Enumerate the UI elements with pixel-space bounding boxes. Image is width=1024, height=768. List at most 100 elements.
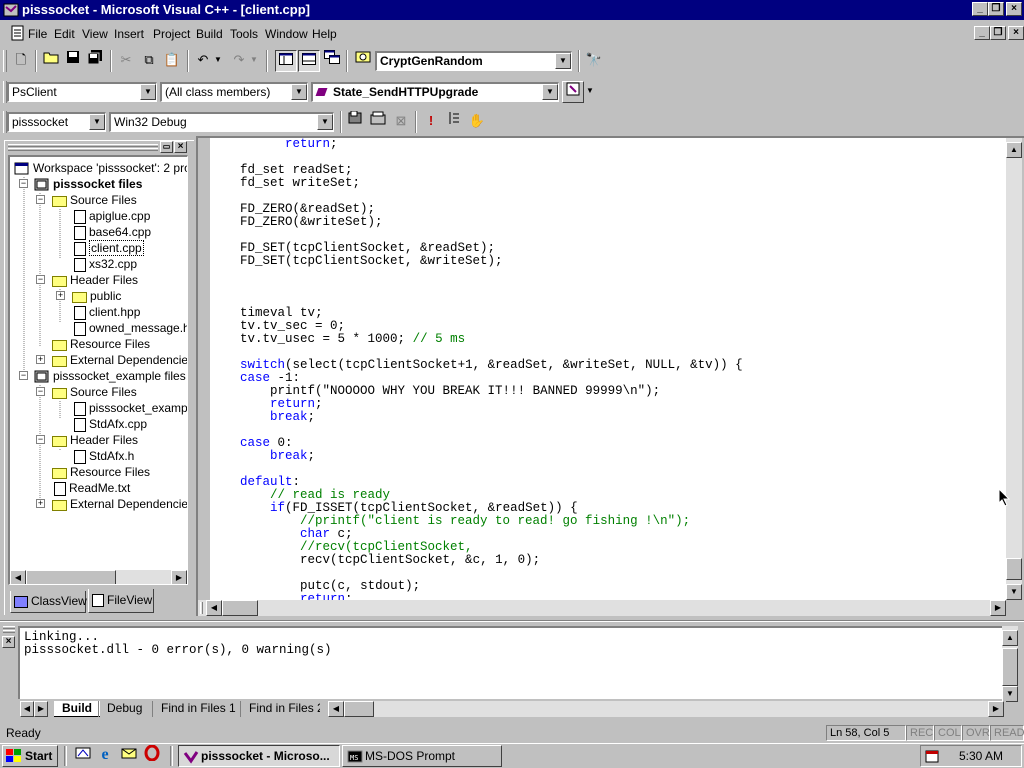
scroll-thumb[interactable] bbox=[1002, 648, 1018, 686]
selection-margin[interactable] bbox=[198, 138, 210, 600]
menu-window[interactable]: Window bbox=[265, 27, 308, 41]
title-bar[interactable]: pisssocket - Microsoft Visual C++ - [cli… bbox=[0, 0, 1024, 20]
collapse-icon[interactable]: − bbox=[36, 435, 45, 444]
tab-find-in-files-2[interactable]: Find in Files 2 bbox=[240, 701, 320, 717]
scheduler-icon[interactable] bbox=[925, 748, 941, 764]
task-ms-dos-prompt[interactable]: MS MS-DOS Prompt bbox=[342, 745, 502, 767]
panel-grip[interactable] bbox=[3, 626, 15, 629]
restore-button[interactable]: ❐ bbox=[988, 2, 1004, 16]
tab-debug[interactable]: Debug bbox=[98, 701, 150, 717]
output-close-button[interactable]: × bbox=[2, 636, 15, 648]
chevron-down-icon[interactable]: ▼ bbox=[542, 84, 558, 100]
tab-scroll-right-icon[interactable]: ▶ bbox=[34, 701, 48, 717]
panel-close-button[interactable]: × bbox=[174, 141, 187, 153]
menu-view[interactable]: View bbox=[82, 27, 108, 41]
scroll-up-icon[interactable]: ▲ bbox=[1002, 630, 1018, 646]
menu-insert[interactable]: Insert bbox=[114, 27, 144, 41]
scroll-down-icon[interactable]: ▼ bbox=[1006, 584, 1022, 600]
panel-maximize-button[interactable]: ▭ bbox=[160, 141, 173, 153]
output-toggle-icon[interactable] bbox=[298, 50, 320, 72]
menu-file[interactable]: File bbox=[28, 27, 47, 41]
panel-grip[interactable] bbox=[8, 144, 158, 147]
collapse-icon[interactable]: − bbox=[36, 275, 45, 284]
save-all-icon[interactable] bbox=[84, 50, 106, 72]
tab-classview[interactable]: ClassView bbox=[10, 591, 87, 613]
document-icon[interactable] bbox=[10, 25, 26, 44]
editor-vertical-scrollbar[interactable]: ▲ ▼ bbox=[1006, 138, 1022, 600]
tree-item-public[interactable]: public bbox=[72, 289, 121, 305]
window-list-icon[interactable] bbox=[321, 50, 343, 72]
tab-build[interactable]: Build bbox=[54, 701, 100, 717]
chevron-down-icon[interactable]: ▼ bbox=[140, 84, 156, 100]
undo-dropdown-icon[interactable]: ▼ bbox=[212, 50, 224, 72]
chevron-down-icon[interactable]: ▼ bbox=[317, 114, 333, 130]
panel-grip[interactable] bbox=[8, 148, 158, 151]
menu-edit[interactable]: Edit bbox=[54, 27, 75, 41]
code-editor[interactable]: return; fd_set readSet; fd_set writeSet;… bbox=[210, 138, 1018, 600]
chevron-down-icon[interactable]: ▼ bbox=[555, 53, 571, 69]
function-combo[interactable]: State_SendHTTPUpgrade ▼ bbox=[311, 82, 559, 102]
menu-tools[interactable]: Tools bbox=[230, 27, 258, 41]
code-text[interactable]: return; fd_set readSet; fd_set writeSet;… bbox=[210, 138, 743, 600]
scroll-right-icon[interactable]: ▶ bbox=[988, 701, 1004, 717]
scroll-left-icon[interactable]: ◀ bbox=[328, 701, 344, 717]
editor-horizontal-scrollbar[interactable]: ◀ ▶ bbox=[198, 600, 1006, 616]
stop-build-icon[interactable]: ⊠ bbox=[390, 111, 412, 133]
collapse-icon[interactable]: − bbox=[19, 179, 28, 188]
scroll-thumb[interactable] bbox=[26, 570, 116, 584]
workspace-toggle-icon[interactable] bbox=[275, 50, 297, 72]
minimize-button[interactable]: _ bbox=[972, 2, 988, 16]
tab-fileview[interactable]: FileView bbox=[88, 589, 154, 613]
find-in-files-icon[interactable] bbox=[352, 50, 374, 72]
breakpoint-hand-icon[interactable]: ✋ bbox=[466, 111, 488, 133]
panel-grip[interactable] bbox=[3, 630, 15, 633]
menu-project[interactable]: Project bbox=[153, 27, 190, 41]
mdi-restore-button[interactable]: ❐ bbox=[990, 26, 1006, 40]
scroll-left-icon[interactable]: ◀ bbox=[10, 570, 26, 584]
tree-item-owned-message[interactable]: owned_message.h bbox=[74, 321, 187, 337]
expand-icon[interactable]: + bbox=[56, 291, 65, 300]
menu-help[interactable]: Help bbox=[312, 27, 337, 41]
start-button[interactable]: Start bbox=[2, 745, 58, 767]
opera-icon[interactable] bbox=[141, 744, 163, 767]
split-box[interactable] bbox=[200, 602, 203, 614]
collapse-icon[interactable]: − bbox=[19, 371, 28, 380]
project-combo[interactable]: pisssocket ▼ bbox=[7, 112, 106, 132]
tab-scroll-left-icon[interactable]: ◀ bbox=[20, 701, 34, 717]
tree-item-stdafx-cpp[interactable]: StdAfx.cpp bbox=[74, 417, 147, 433]
scroll-up-icon[interactable]: ▲ bbox=[1006, 142, 1022, 158]
tree-item-external-deps[interactable]: External Dependencies bbox=[52, 353, 187, 369]
build-icon[interactable] bbox=[367, 111, 389, 133]
scroll-thumb[interactable] bbox=[222, 600, 258, 616]
tab-find-in-files-1[interactable]: Find in Files 1 bbox=[152, 701, 244, 717]
scroll-right-icon[interactable]: ▶ bbox=[990, 600, 1006, 616]
output-text[interactable]: Linking... pisssocket.dll - 0 error(s), 0… bbox=[18, 626, 1002, 699]
tree-horizontal-scrollbar[interactable]: ◀ ▶ bbox=[10, 570, 187, 584]
file-view-tree[interactable]: Workspace 'pisssocket': 2 proje − pissso… bbox=[8, 155, 188, 585]
chevron-down-icon[interactable]: ▼ bbox=[89, 114, 105, 130]
tree-item-resource-files[interactable]: Resource Files bbox=[52, 337, 150, 353]
scroll-thumb[interactable] bbox=[1006, 558, 1022, 580]
undo-icon[interactable]: ↶ bbox=[192, 50, 214, 72]
output-vertical-scrollbar[interactable]: ▲ ▼ bbox=[1002, 626, 1018, 702]
menu-build[interactable]: Build bbox=[196, 27, 223, 41]
tree-item-example-files[interactable]: pisssocket_example files bbox=[34, 369, 186, 385]
splitter[interactable] bbox=[0, 620, 1024, 622]
go-debug-icon[interactable] bbox=[443, 111, 465, 133]
tree-item-readme[interactable]: ReadMe.txt bbox=[54, 481, 130, 497]
tree-item-header-files[interactable]: Header Files bbox=[52, 273, 138, 289]
open-icon[interactable] bbox=[40, 50, 62, 72]
tree-item-example-cpp[interactable]: pisssocket_exampl bbox=[74, 401, 187, 417]
tree-item-pisssocket-files[interactable]: pisssocket files bbox=[34, 177, 142, 193]
tree-item-stdafx-h[interactable]: StdAfx.h bbox=[74, 449, 134, 465]
clock[interactable]: 5:30 AM bbox=[959, 749, 1003, 763]
visual-cpp-app-icon[interactable] bbox=[3, 2, 19, 18]
tree-item-external-deps-2[interactable]: External Dependencies bbox=[52, 497, 187, 513]
expand-icon[interactable]: + bbox=[36, 355, 45, 364]
new-text-file-icon[interactable]: 🗋 bbox=[10, 50, 32, 72]
outlook-express-icon[interactable] bbox=[118, 745, 140, 767]
chevron-down-icon[interactable]: ▼ bbox=[291, 84, 307, 100]
output-horizontal-scrollbar[interactable]: ◀ ▶ bbox=[328, 701, 1004, 717]
redo-dropdown-icon[interactable]: ▼ bbox=[248, 50, 260, 72]
members-combo[interactable]: (All class members) ▼ bbox=[160, 82, 308, 102]
